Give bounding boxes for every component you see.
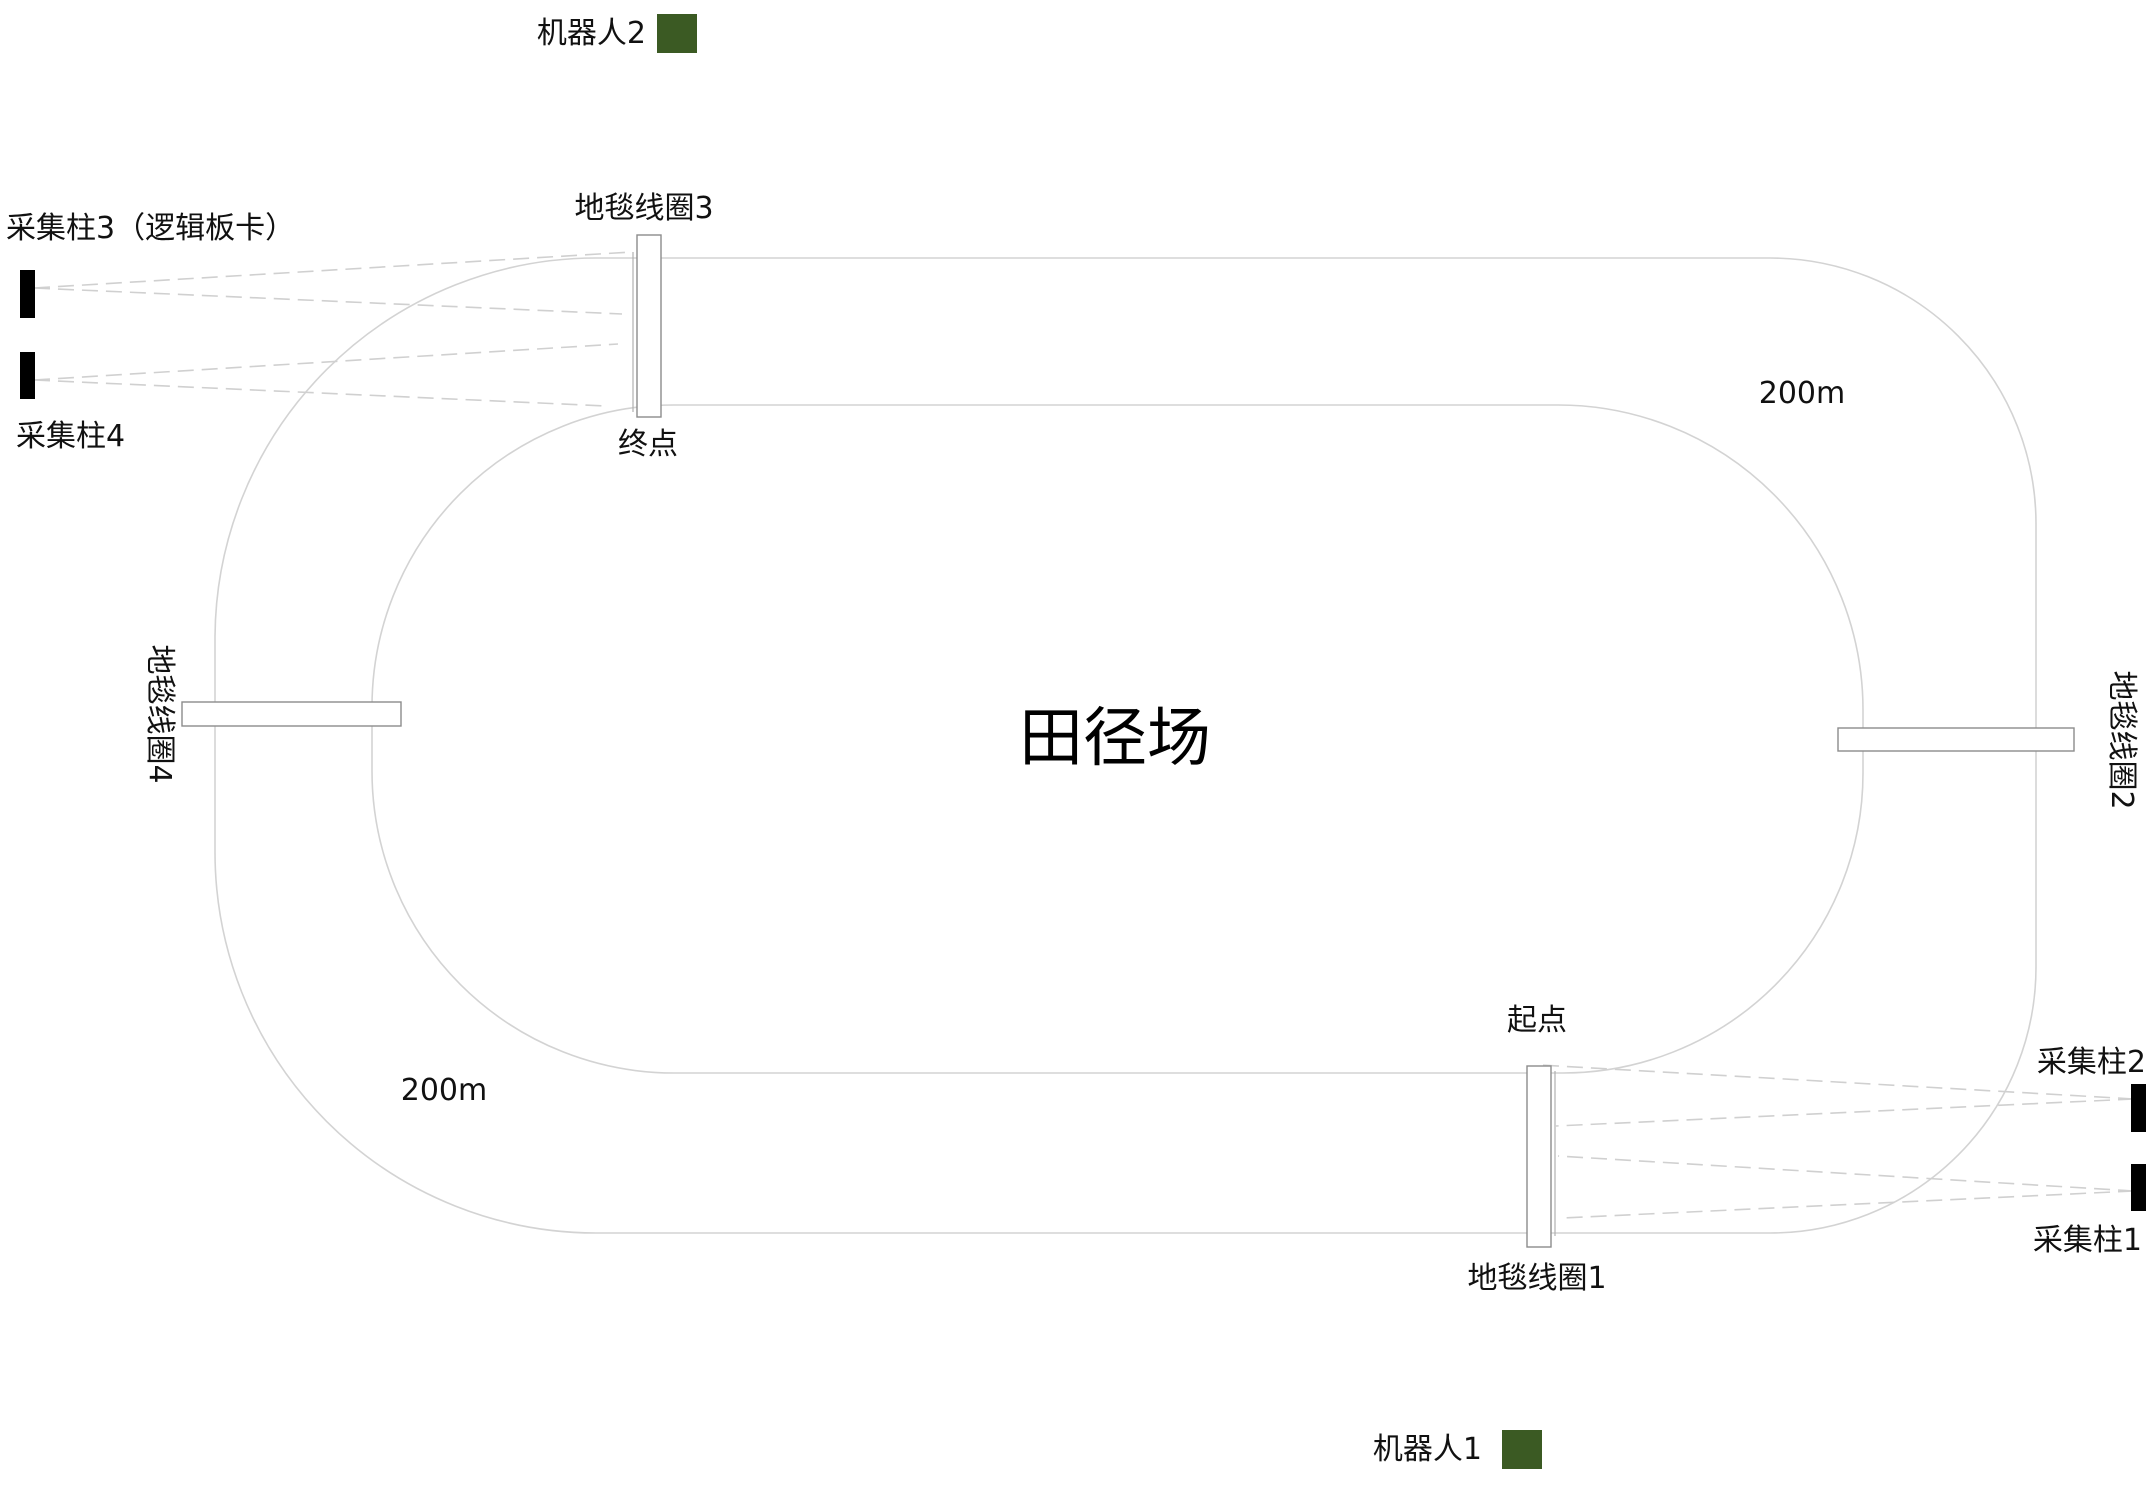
collector-pillar-3: [20, 270, 35, 318]
robot-1-label: 机器人1: [1373, 1432, 1482, 1467]
carpet-loop-4-label: 地毯线圈4: [142, 644, 177, 783]
track-field-diagram: 田径场 200m 200m 起点 终点 地毯线圈3 地毯线圈1 地毯线圈4 地毯…: [6, 14, 2146, 1469]
collector-pillar-3-label: 采集柱3（逻辑板卡）: [6, 211, 295, 246]
collector-pillar-2: [2131, 1084, 2146, 1132]
collector-pillar-1-label: 采集柱1: [2033, 1223, 2142, 1258]
beams-pillar-1-2: [1539, 1064, 2135, 1219]
carpet-loop-1-label: 地毯线圈1: [1467, 1261, 1606, 1296]
carpet-loop-3-label: 地毯线圈3: [574, 191, 713, 226]
collector-pillar-1: [2131, 1164, 2146, 1211]
start-point-label: 起点: [1507, 1003, 1567, 1038]
carpet-loop-2-label: 地毯线圈2: [2104, 670, 2139, 809]
carpet-loop-3: [632, 234, 662, 418]
finish-point-label: 终点: [618, 427, 678, 462]
collector-pillar-4: [20, 352, 35, 399]
carpet-loop-2: [1837, 727, 2075, 752]
carpet-loop-4: [181, 701, 402, 727]
beams-pillar-3-4: [33, 251, 633, 407]
robot-2-marker: [657, 14, 697, 53]
carpet-loop-1: [1526, 1065, 1556, 1248]
collector-pillar-2-label: 采集柱2: [2037, 1045, 2146, 1080]
distance-label-top: 200m: [1759, 376, 1845, 411]
robot-2-label: 机器人2: [537, 16, 646, 51]
distance-label-bottom: 200m: [401, 1073, 487, 1108]
robot-1-marker: [1502, 1430, 1542, 1469]
field-title: 田径场: [1019, 702, 1211, 776]
collector-pillar-4-label: 采集柱4: [16, 419, 125, 454]
